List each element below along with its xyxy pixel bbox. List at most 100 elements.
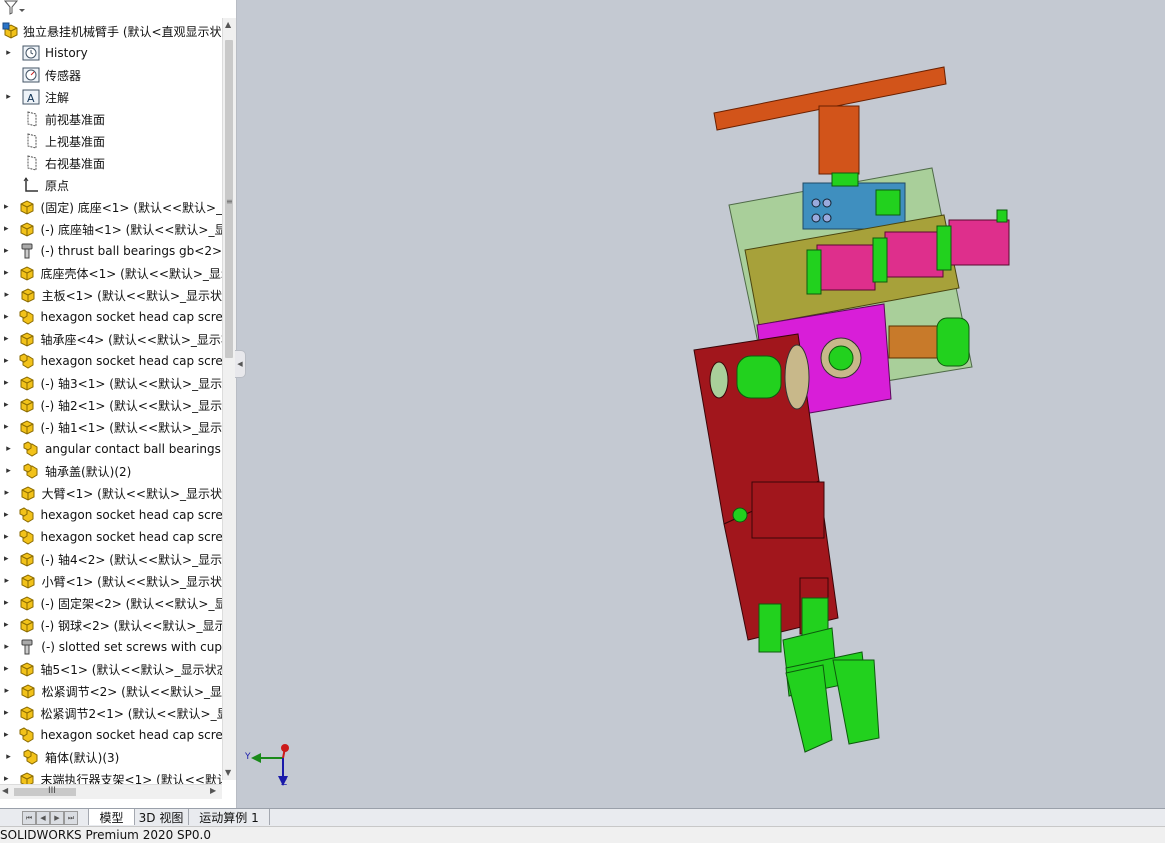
- tab-model[interactable]: 模型: [88, 809, 135, 825]
- tree-item[interactable]: ▸ (-) 轴1<1> (默认<<默认>_显示状: [0, 416, 222, 438]
- tree-item[interactable]: ▸ (固定) 底座<1> (默认<<默认>_显示状: [0, 196, 222, 218]
- tree-item[interactable]: 前视基准面: [0, 108, 222, 130]
- expand-arrow-icon[interactable]: ▸: [4, 262, 9, 284]
- expand-arrow-icon[interactable]: ▸: [4, 592, 9, 614]
- tree-item[interactable]: ▸ angular contact ball bearings: [0, 438, 222, 460]
- tree-item[interactable]: ▸ 轴承盖(默认)(2): [0, 460, 222, 482]
- assembly-icon: [18, 528, 36, 546]
- expand-arrow-icon[interactable]: ▸: [4, 746, 13, 768]
- expand-arrow-icon[interactable]: ▸: [4, 702, 9, 724]
- tree-item[interactable]: 传感器: [0, 64, 222, 86]
- tree-root-assembly[interactable]: 独立悬挂机械臂手 (默认<直观显示状: [0, 20, 222, 42]
- expand-arrow-icon[interactable]: ▸: [4, 724, 9, 746]
- tree-item[interactable]: 原点: [0, 174, 222, 196]
- tree-item[interactable]: ▸ 轴5<1> (默认<<默认>_显示状态: [0, 658, 222, 680]
- expand-arrow-icon[interactable]: ▸: [4, 394, 9, 416]
- expand-arrow-icon[interactable]: ▸: [4, 504, 9, 526]
- expand-arrow-icon[interactable]: ▸: [4, 460, 13, 482]
- tree-root-label: 独立悬挂机械臂手 (默认<直观显示状: [23, 24, 222, 39]
- tree-item[interactable]: ▸ 小臂<1> (默认<<默认>_显示状: [0, 570, 222, 592]
- tab-motion-study[interactable]: 运动算例 1: [189, 809, 270, 825]
- expand-arrow-icon[interactable]: ▸: [4, 636, 9, 658]
- tree-item[interactable]: ▸ 箱体(默认)(3): [0, 746, 222, 768]
- part-icon: [18, 374, 36, 392]
- scroll-down-arrow-icon[interactable]: ▼: [225, 768, 231, 777]
- tree-item[interactable]: ▸ 松紧调节2<1> (默认<<默认>_显: [0, 702, 222, 724]
- tab-next-icon[interactable]: ▶: [50, 811, 64, 825]
- tree-item-label: (-) slotted set screws with cup: [41, 640, 222, 654]
- tree-item[interactable]: ▸ hexagon socket head cap screws: [0, 724, 222, 746]
- tree-item[interactable]: ▸ hexagon socket head cap screws: [0, 350, 222, 372]
- tree-item[interactable]: ▸ (-) 钢球<2> (默认<<默认>_显示: [0, 614, 222, 636]
- tree-item[interactable]: ▸ hexagon socket head cap screws: [0, 306, 222, 328]
- tree-horizontal-scrollbar[interactable]: ◀ III ▶: [0, 784, 222, 799]
- tree-item[interactable]: ▸ (-) 轴3<1> (默认<<默认>_显示状: [0, 372, 222, 394]
- expand-arrow-icon[interactable]: ▸: [4, 306, 9, 328]
- tree-item[interactable]: ▸ (-) 轴2<1> (默认<<默认>_显示状: [0, 394, 222, 416]
- scroll-up-arrow-icon[interactable]: ▲: [225, 20, 231, 29]
- tree-item[interactable]: ▸ (-) 固定架<2> (默认<<默认>_显示: [0, 592, 222, 614]
- filter-icon[interactable]: [4, 0, 26, 16]
- scroll-grip-icon: III: [48, 786, 56, 796]
- part-icon: [18, 396, 36, 414]
- expand-arrow-icon[interactable]: ▸: [4, 328, 9, 350]
- expand-arrow-icon[interactable]: ▸: [4, 416, 9, 438]
- tree-item[interactable]: ▸ (-) 轴4<2> (默认<<默认>_显示状: [0, 548, 222, 570]
- tree-item[interactable]: ▸ History: [0, 42, 222, 64]
- tree-item[interactable]: ▸ (-) thrust ball bearings gb<2>: [0, 240, 222, 262]
- tab-prev-icon[interactable]: ◀: [36, 811, 50, 825]
- plane-icon: [22, 154, 40, 172]
- expand-arrow-icon[interactable]: ▸: [4, 372, 9, 394]
- expand-arrow-icon[interactable]: ▸: [4, 438, 13, 460]
- tree-item-label: hexagon socket head cap screws: [40, 728, 222, 742]
- part-icon: [18, 330, 36, 348]
- tab-last-icon[interactable]: ⏭: [64, 811, 78, 825]
- expand-arrow-icon[interactable]: ▸: [4, 658, 9, 680]
- tree-item[interactable]: ▸ hexagon socket head cap screws: [0, 526, 222, 548]
- expand-arrow-icon[interactable]: ▸: [4, 42, 13, 64]
- tree-item[interactable]: ▸ hexagon socket head cap screws: [0, 504, 222, 526]
- scroll-right-arrow-icon[interactable]: ▶: [210, 786, 216, 795]
- tree-item-label: (-) 轴1<1> (默认<<默认>_显示状: [40, 420, 222, 435]
- tree-item[interactable]: ▸ (-) 底座轴<1> (默认<<默认>_显示状: [0, 218, 222, 240]
- tree-item[interactable]: ▸ 松紧调节<2> (默认<<默认>_显: [0, 680, 222, 702]
- tree-item-label: 原点: [45, 178, 70, 193]
- part-icon: [18, 616, 36, 634]
- tree-item-label: (固定) 底座<1> (默认<<默认>_显示状: [40, 200, 222, 215]
- tree-item[interactable]: ▸ 底座壳体<1> (默认<<默认>_显示状: [0, 262, 222, 284]
- tree-item[interactable]: ▸ (-) slotted set screws with cup: [0, 636, 222, 658]
- tree-item-label: hexagon socket head cap screws: [40, 354, 222, 368]
- part-icon: [18, 594, 36, 612]
- expand-arrow-icon[interactable]: ▸: [4, 482, 10, 504]
- expand-arrow-icon[interactable]: ▸: [4, 218, 9, 240]
- tab-3d-view[interactable]: 3D 视图: [134, 809, 189, 825]
- tree-item-label: (-) 轴4<2> (默认<<默认>_显示状: [40, 552, 222, 567]
- tree-item-label: 轴承盖(默认)(2): [45, 464, 132, 479]
- expand-arrow-icon[interactable]: ▸: [4, 284, 10, 306]
- tree-vertical-scrollbar[interactable]: ▲ ≡ ▼: [222, 18, 236, 780]
- tree-item-label: hexagon socket head cap screws: [40, 310, 222, 324]
- expand-arrow-icon[interactable]: ▸: [4, 680, 10, 702]
- tree-item[interactable]: ▸ 主板<1> (默认<<默认>_显示状: [0, 284, 222, 306]
- expand-arrow-icon[interactable]: ▸: [4, 526, 9, 548]
- expand-arrow-icon[interactable]: ▸: [4, 570, 10, 592]
- tree-item[interactable]: ▸ A 注解: [0, 86, 222, 108]
- graphics-viewport[interactable]: Y Z: [237, 0, 1165, 808]
- scroll-left-arrow-icon[interactable]: ◀: [2, 786, 8, 795]
- expand-arrow-icon[interactable]: ▸: [4, 196, 9, 218]
- expand-arrow-icon[interactable]: ▸: [4, 350, 9, 372]
- tree-horizontal-scroll-thumb[interactable]: III: [14, 786, 76, 796]
- tree-item[interactable]: 上视基准面: [0, 130, 222, 152]
- assembly-icon: [18, 308, 36, 326]
- tab-first-icon[interactable]: ⏮: [22, 811, 36, 825]
- expand-arrow-icon[interactable]: ▸: [4, 240, 9, 262]
- tree-item[interactable]: ▸ 大臂<1> (默认<<默认>_显示状: [0, 482, 222, 504]
- tree-item[interactable]: 右视基准面: [0, 152, 222, 174]
- expand-arrow-icon[interactable]: ▸: [4, 86, 13, 108]
- expand-arrow-icon[interactable]: ▸: [4, 614, 9, 636]
- expand-arrow-icon[interactable]: ▸: [4, 548, 9, 570]
- feature-manager-tree[interactable]: 独立悬挂机械臂手 (默认<直观显示状 ▸ History 传感器 ▸ A 注解 前视基准面上…: [0, 0, 237, 808]
- tree-item-label: History: [45, 46, 88, 60]
- tree-item[interactable]: ▸ 轴承座<4> (默认<<默认>_显示状: [0, 328, 222, 350]
